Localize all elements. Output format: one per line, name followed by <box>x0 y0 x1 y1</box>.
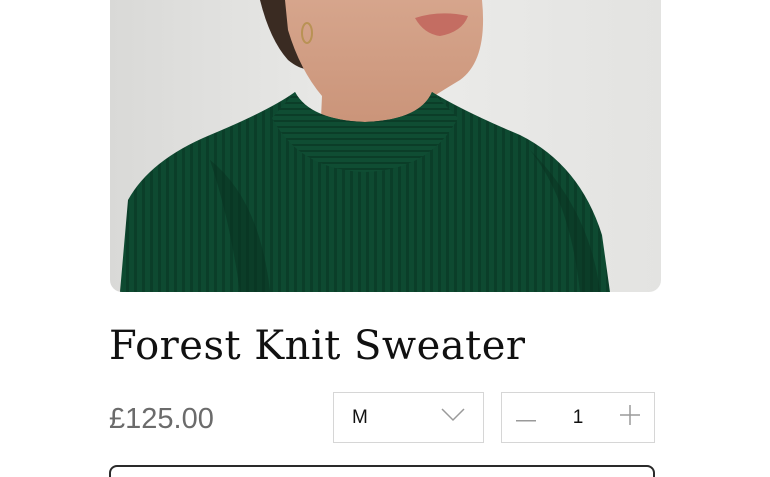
product-title: Forest Knit Sweater <box>109 323 526 369</box>
quantity-stepper[interactable]: 1 <box>501 392 655 443</box>
quantity-value[interactable]: 1 <box>573 407 584 429</box>
product-price: £125.00 <box>109 403 214 435</box>
minus-icon <box>516 409 536 427</box>
product-photo <box>110 0 661 292</box>
size-select[interactable]: M <box>333 392 484 443</box>
chevron-down-icon <box>441 408 465 427</box>
add-to-cart-button[interactable] <box>109 465 655 477</box>
plus-icon <box>619 405 640 430</box>
product-image <box>110 0 661 292</box>
size-selected-value: M <box>352 406 368 428</box>
quantity-increment-button[interactable] <box>606 393 654 442</box>
quantity-decrement-button[interactable] <box>502 393 550 442</box>
